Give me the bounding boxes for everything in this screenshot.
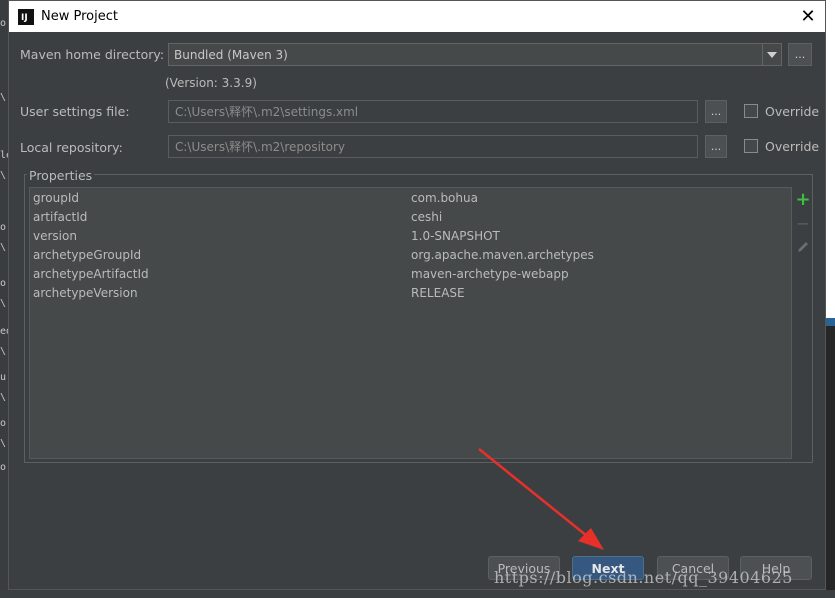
user-settings-value: C:\Users\释怀\.m2\settings.xml: [175, 105, 359, 119]
local-repository-field[interactable]: C:\Users\释怀\.m2\repository: [168, 135, 698, 158]
properties-table[interactable]: groupId com.bohua artifactId ceshi versi…: [29, 187, 792, 459]
property-value: org.apache.maven.archetypes: [411, 247, 594, 262]
chevron-down-icon[interactable]: [762, 44, 781, 65]
maven-home-browse-button[interactable]: ...: [788, 43, 812, 66]
maven-version-text: (Version: 3.3.9): [165, 76, 257, 90]
intellij-app-icon: IJ: [18, 8, 34, 25]
watermark-text: https://blog.csdn.net/qq_39404625: [494, 568, 793, 587]
property-key: version: [33, 228, 77, 243]
local-repository-override-checkbox[interactable]: [744, 139, 758, 153]
background-window-edge: [826, 0, 835, 598]
property-value: maven-archetype-webapp: [411, 266, 569, 281]
user-settings-browse-button[interactable]: ...: [705, 100, 727, 123]
table-row[interactable]: archetypeArtifactId maven-archetype-weba…: [30, 264, 791, 283]
user-settings-override-checkbox[interactable]: [744, 104, 758, 118]
local-repository-browse-button[interactable]: ...: [705, 135, 727, 158]
property-key: archetypeGroupId: [33, 247, 142, 262]
title-bar[interactable]: IJ New Project ✕: [9, 1, 825, 32]
property-value: RELEASE: [411, 285, 465, 300]
new-project-dialog: IJ New Project ✕ Maven home directory: B…: [8, 0, 826, 590]
background-dark-strip: [826, 326, 835, 598]
user-settings-field[interactable]: C:\Users\释怀\.m2\settings.xml: [168, 100, 698, 123]
window-title: New Project: [41, 9, 118, 24]
annotation-arrow-icon: [478, 448, 604, 550]
property-key: artifactId: [33, 209, 88, 224]
table-row[interactable]: archetypeVersion RELEASE: [30, 283, 791, 302]
property-key: archetypeVersion: [33, 285, 138, 300]
background-blue-strip: [826, 318, 835, 326]
maven-home-label: Maven home directory:: [20, 47, 165, 62]
property-value: ceshi: [411, 209, 443, 224]
close-icon[interactable]: ✕: [795, 4, 821, 28]
local-repository-label: Local repository:: [20, 140, 123, 155]
user-settings-label: User settings file:: [20, 104, 130, 119]
property-key: groupId: [33, 190, 80, 205]
remove-icon[interactable]: −: [795, 214, 811, 233]
property-value: com.bohua: [411, 190, 478, 205]
add-icon[interactable]: +: [795, 189, 811, 210]
table-row[interactable]: groupId com.bohua: [30, 188, 791, 207]
local-repository-override-label[interactable]: Override: [765, 139, 819, 154]
property-value: 1.0-SNAPSHOT: [411, 228, 500, 243]
property-key: archetypeArtifactId: [33, 266, 149, 281]
properties-title: Properties: [27, 168, 95, 183]
app-icon-label: IJ: [21, 12, 28, 23]
table-row[interactable]: artifactId ceshi: [30, 207, 791, 226]
background-bottom-strip: [0, 590, 835, 598]
table-row[interactable]: version 1.0-SNAPSHOT: [30, 226, 791, 245]
properties-toolbar: + −: [792, 187, 813, 459]
maven-home-value: Bundled (Maven 3): [174, 47, 288, 62]
table-row[interactable]: archetypeGroupId org.apache.maven.archet…: [30, 245, 791, 264]
local-repository-value: C:\Users\释怀\.m2\repository: [175, 140, 346, 154]
edit-pencil-icon[interactable]: [795, 239, 811, 255]
user-settings-override-label[interactable]: Override: [765, 104, 819, 119]
maven-home-dropdown[interactable]: Bundled (Maven 3): [168, 43, 782, 66]
